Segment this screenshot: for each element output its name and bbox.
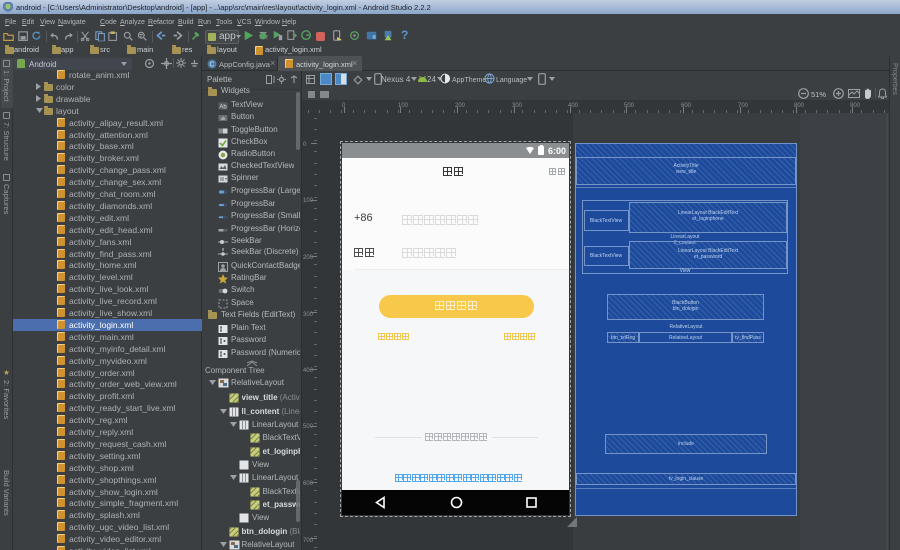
svg-text:ok: ok bbox=[221, 116, 227, 121]
svg-text:Ab: Ab bbox=[219, 105, 227, 111]
svg-text:C: C bbox=[209, 62, 214, 69]
